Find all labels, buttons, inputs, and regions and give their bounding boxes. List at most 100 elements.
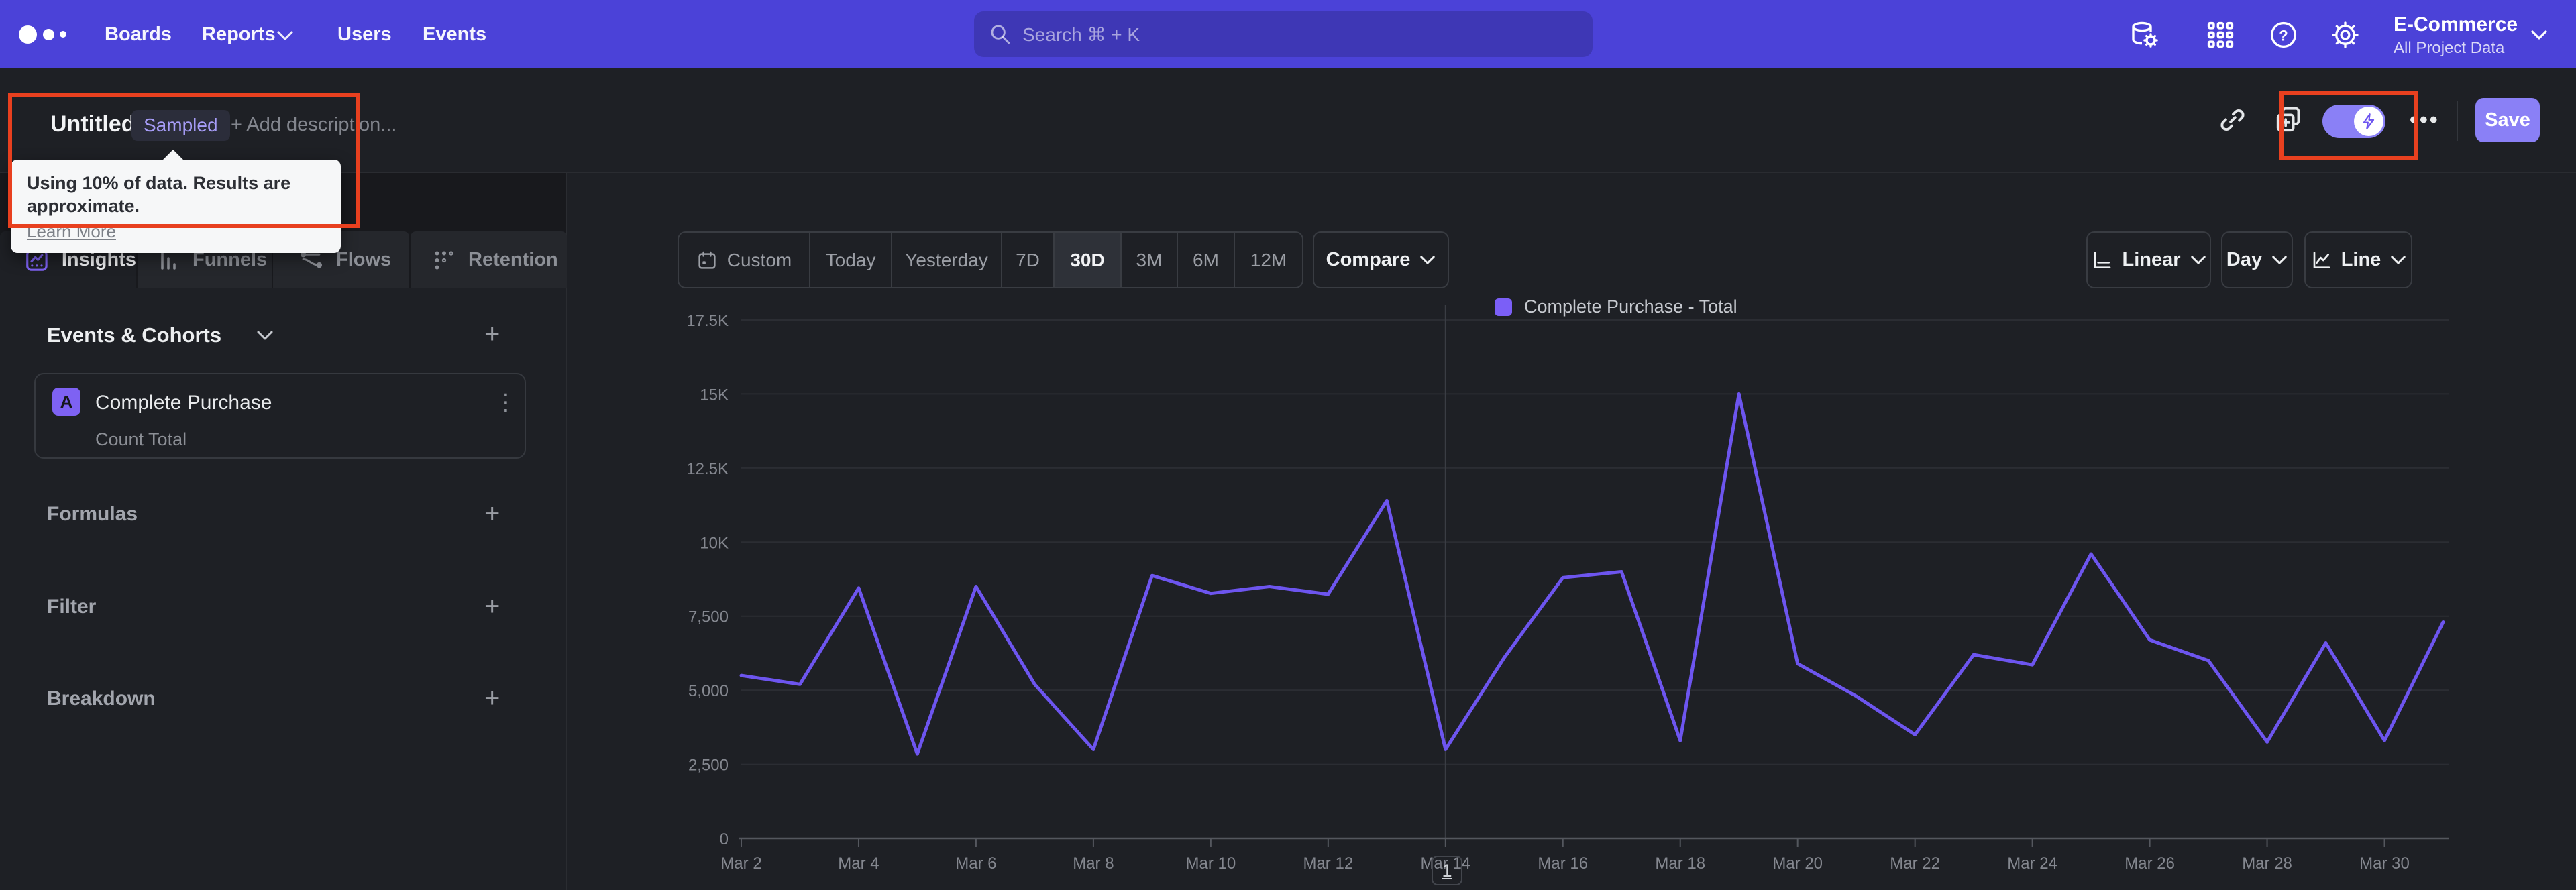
tooltip-text: Using 10% of data. Results are approxima… (27, 173, 291, 216)
section-breakdown: Breakdown (47, 687, 156, 710)
chart-type-label: Line (2341, 249, 2381, 270)
x-axis-label: Mar 24 (2007, 854, 2057, 873)
search-placeholder: Search ⌘ + K (1022, 23, 1140, 45)
range-6m[interactable]: 6M (1178, 233, 1235, 287)
scale-dropdown[interactable]: Linear (2086, 231, 2211, 288)
interval-dropdown[interactable]: Day (2221, 231, 2293, 288)
chart-type-dropdown[interactable]: Line (2304, 231, 2412, 288)
event-name[interactable]: Complete Purchase (95, 392, 272, 414)
retention-icon (435, 250, 453, 269)
apps-grid-icon[interactable] (2206, 20, 2235, 50)
events-cohorts-heading[interactable]: Events & Cohorts (47, 323, 221, 347)
help-icon[interactable]: ? (2269, 20, 2298, 50)
tab-label: Retention (468, 249, 558, 270)
tab-retention[interactable]: Retention (411, 231, 567, 288)
kebab-menu-icon[interactable]: ⋮ (494, 389, 517, 416)
x-axis-label: Mar 12 (1303, 854, 1353, 873)
x-axis-label: Mar 30 (2359, 854, 2410, 873)
top-nav: Boards Reports Users Events Search ⌘ + K (0, 0, 2576, 68)
y-axis-label: 15K (700, 386, 729, 404)
chevron-down-icon (2391, 256, 2406, 264)
pagination-page-1[interactable]: 1 (1432, 856, 1462, 885)
project-chevron-down-icon[interactable] (2530, 30, 2548, 40)
y-axis-label: 5,000 (688, 682, 729, 700)
sampling-toggle[interactable] (2322, 105, 2385, 138)
x-axis-label: Mar 6 (955, 854, 996, 873)
sampling-tooltip: Using 10% of data. Results are approxima… (11, 150, 341, 253)
range-30d[interactable]: 30D (1055, 233, 1122, 287)
report-title[interactable]: Untitled (50, 111, 136, 137)
event-metric[interactable]: Count Total (95, 429, 186, 450)
settings-gear-icon[interactable] (2330, 20, 2360, 50)
x-axis-label: Mar 8 (1073, 854, 1114, 873)
line-chart-icon (2313, 251, 2330, 268)
chart-legend[interactable]: Complete Purchase - Total (1495, 296, 1737, 317)
interval-label: Day (2226, 249, 2263, 270)
report-title-bar: Untitled Sampled + Add description... ••… (0, 68, 2576, 173)
compare-button[interactable]: Compare (1313, 231, 1449, 288)
range-yesterday[interactable]: Yesterday (892, 233, 1002, 287)
chevron-down-icon (1420, 256, 1436, 264)
add-formula-button[interactable]: + (484, 500, 500, 527)
range-12m[interactable]: 12M (1235, 233, 1302, 287)
legend-swatch (1495, 298, 1512, 316)
range-label: 30D (1070, 249, 1105, 270)
more-menu-button[interactable]: ••• (2410, 107, 2440, 133)
add-description-field[interactable]: + Add description... (231, 114, 396, 136)
range-label: 6M (1193, 249, 1219, 270)
y-axis-label: 10K (700, 534, 729, 552)
section-formulas: Formulas (47, 503, 138, 525)
data-management-icon[interactable] (2128, 19, 2160, 51)
range-7d[interactable]: 7D (1002, 233, 1055, 287)
nav-item-users[interactable]: Users (337, 0, 392, 68)
add-breakdown-button[interactable]: + (484, 685, 500, 712)
range-custom[interactable]: Custom (679, 233, 810, 287)
mixpanel-logo-icon[interactable] (19, 24, 66, 44)
y-axis-label: 0 (720, 830, 729, 848)
event-card[interactable]: A Complete Purchase ⋮ Count Total (34, 373, 526, 459)
chart-line (739, 392, 2445, 756)
range-label: 7D (1016, 249, 1040, 270)
x-axis-label: Mar 10 (1186, 854, 1236, 873)
chevron-down-icon[interactable] (256, 330, 274, 341)
nav-item-boards[interactable]: Boards (105, 0, 172, 68)
range-3m[interactable]: 3M (1122, 233, 1178, 287)
legend-label: Complete Purchase - Total (1524, 296, 1737, 317)
x-axis-label: Mar 26 (2125, 854, 2175, 873)
range-label: Custom (727, 249, 792, 270)
add-filter-button[interactable]: + (484, 593, 500, 620)
x-axis-label: Mar 20 (1772, 854, 1823, 873)
date-range-segmented-control: Custom Today Yesterday 7D 30D 3M 6M 12M (678, 231, 1303, 288)
range-today[interactable]: Today (810, 233, 892, 287)
range-label: 3M (1136, 249, 1163, 270)
project-scope: All Project Data (2394, 39, 2505, 57)
learn-more-link[interactable]: Learn More (27, 221, 116, 242)
section-filter: Filter (47, 596, 97, 618)
y-axis-label: 7,500 (688, 608, 729, 626)
x-axis-label: Mar 16 (1538, 854, 1588, 873)
x-axis-label: Mar 28 (2242, 854, 2292, 873)
tooltip-arrow (162, 150, 184, 160)
x-axis-label: Mar 2 (720, 854, 761, 873)
sampled-badge[interactable]: Sampled (131, 110, 230, 141)
link-icon[interactable] (2217, 105, 2248, 135)
chevron-down-icon (2190, 256, 2206, 264)
lightning-bolt-icon (2363, 113, 2375, 129)
add-event-button[interactable]: + (484, 321, 500, 347)
nav-item-reports[interactable]: Reports (202, 0, 276, 68)
event-letter-badge: A (52, 388, 80, 416)
y-axis-label: 2,500 (688, 757, 729, 775)
x-axis-label: Mar 22 (1890, 854, 1940, 873)
svg-text:?: ? (2279, 27, 2288, 44)
chevron-down-icon (2272, 256, 2287, 264)
range-label: Today (825, 249, 876, 270)
search-icon (991, 25, 1010, 44)
project-name[interactable]: E-Commerce (2394, 13, 2518, 36)
calendar-icon (698, 251, 716, 269)
nav-item-events[interactable]: Events (423, 0, 486, 68)
save-button[interactable]: Save (2475, 98, 2540, 142)
search-input[interactable]: Search ⌘ + K (974, 11, 1593, 57)
compare-label: Compare (1326, 249, 1411, 270)
copy-to-board-icon[interactable] (2273, 105, 2304, 135)
y-axis-label: 17.5K (686, 312, 729, 330)
